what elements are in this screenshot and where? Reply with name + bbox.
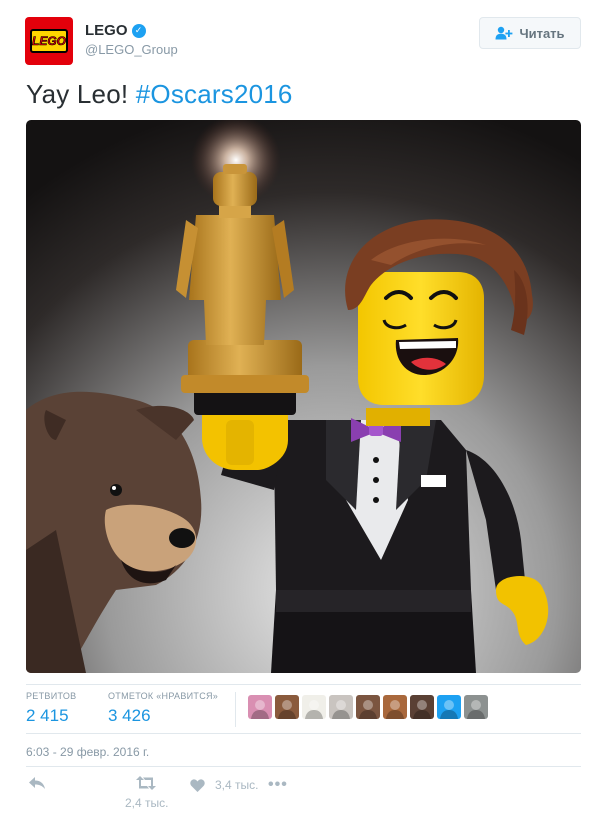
account-name-row[interactable]: LEGO ✓ <box>85 22 178 39</box>
more-icon: ••• <box>268 776 288 793</box>
likers-row <box>248 695 488 719</box>
like-button[interactable]: 3,4 тыс. <box>190 778 258 792</box>
follow-button-label: Читать <box>519 25 565 41</box>
tweet-photo[interactable] <box>26 120 581 673</box>
divider <box>26 684 581 685</box>
add-user-icon <box>495 26 513 40</box>
tweet-timestamp[interactable]: 6:03 - 29 февр. 2016 г. <box>26 745 149 759</box>
account-handle[interactable]: @LEGO_Group <box>85 42 178 57</box>
likes-count[interactable]: 3 426 <box>108 706 218 726</box>
retweet-count[interactable]: 2,4 тыс. <box>125 796 168 810</box>
lego-avatar[interactable]: LEGO <box>25 17 73 65</box>
divider <box>26 733 581 734</box>
liker-avatar[interactable] <box>248 695 272 719</box>
reply-icon <box>29 777 45 789</box>
hashtag-link[interactable]: #Oscars2016 <box>136 79 293 109</box>
lego-logo: LEGO <box>30 29 68 53</box>
account-info: LEGO ✓ @LEGO_Group <box>85 22 178 57</box>
retweets-label: РЕТВИТОВ <box>26 691 77 701</box>
retweets-count[interactable]: 2 415 <box>26 706 76 726</box>
account-name[interactable]: LEGO <box>85 22 128 39</box>
reply-button[interactable] <box>28 776 46 790</box>
tweet-text: Yay Leo! #Oscars2016 <box>26 79 293 110</box>
tweet-body: Yay Leo! <box>26 79 129 109</box>
like-count: 3,4 тыс. <box>215 778 259 792</box>
stats-separator <box>235 692 236 727</box>
liker-avatar[interactable] <box>329 695 353 719</box>
follow-button[interactable]: Читать <box>479 17 581 49</box>
liker-avatar[interactable] <box>464 695 488 719</box>
likes-label: ОТМЕТОК «НРАВИТСЯ» <box>108 691 219 701</box>
likes-stat[interactable]: ОТМЕТОК «НРАВИТСЯ» 3 426 <box>108 691 218 726</box>
heart-icon <box>190 778 205 792</box>
liker-avatar[interactable] <box>302 695 326 719</box>
more-button[interactable]: ••• <box>268 776 288 794</box>
retweets-stat[interactable]: РЕТВИТОВ 2 415 <box>26 691 76 726</box>
lego-oscar-photo <box>26 120 581 673</box>
lego-logo-text: LEGO <box>32 34 67 49</box>
liker-avatar[interactable] <box>437 695 461 719</box>
retweet-button[interactable] <box>136 776 156 790</box>
verified-badge-icon: ✓ <box>131 23 146 38</box>
liker-avatar[interactable] <box>356 695 380 719</box>
liker-avatar[interactable] <box>410 695 434 719</box>
divider <box>26 766 581 767</box>
liker-avatar[interactable] <box>275 695 299 719</box>
retweet-icon <box>136 776 156 790</box>
liker-avatar[interactable] <box>383 695 407 719</box>
